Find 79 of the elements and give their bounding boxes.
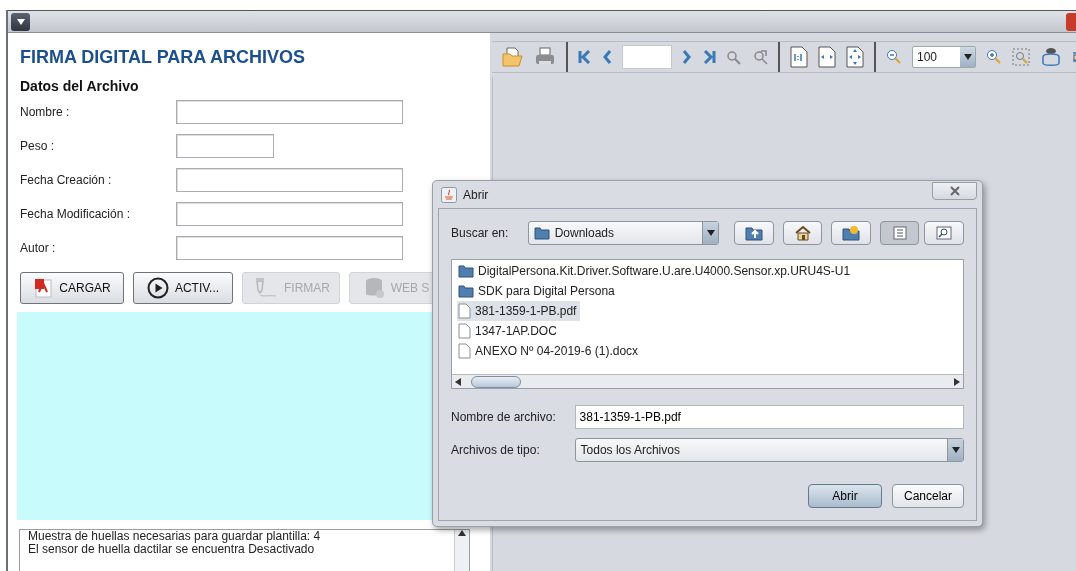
scroll-left-icon[interactable]: [455, 377, 461, 386]
last-page-icon[interactable]: [702, 50, 716, 64]
action-button[interactable]: ACTIV...: [133, 272, 233, 304]
file-item[interactable]: 1347-1AP.DOC: [457, 321, 561, 341]
section-heading: Datos del Archivo: [20, 78, 140, 94]
previous-page-icon[interactable]: [602, 50, 612, 64]
actual-size-icon[interactable]: [790, 46, 808, 68]
app-title: FIRMA DIGITAL PARA ARCHIVOS: [20, 47, 306, 68]
first-page-icon[interactable]: [578, 50, 592, 64]
log-line: El sensor de huella dactilar se encuentra Desactivado: [28, 543, 316, 556]
file-icon: [458, 303, 471, 319]
scrollbar[interactable]: [454, 530, 469, 571]
file-item[interactable]: ANEXO Nº 04-2019-6 (1).docx: [457, 341, 643, 361]
toolbar-button[interactable]: [734, 221, 774, 245]
search-forward-icon[interactable]: [752, 49, 768, 65]
details-view-icon: [936, 226, 953, 240]
field-label: Nombre :: [19, 105, 71, 119]
page-field[interactable]: [622, 45, 672, 69]
folder-up-icon: [745, 225, 764, 241]
folder-combo[interactable]: Downloads: [527, 221, 720, 245]
toolbar-button[interactable]: [924, 221, 964, 245]
field-label: Nombre de archivo:: [451, 410, 557, 424]
file-item[interactable]: 381-1359-1-PB.pdf: [457, 301, 581, 321]
ink-bottle-icon[interactable]: [1040, 47, 1062, 67]
zoom-out-icon[interactable]: [886, 49, 902, 65]
input-field[interactable]: [176, 168, 403, 192]
close-button[interactable]: [1066, 12, 1076, 31]
input-field[interactable]: [176, 100, 403, 124]
fit-page-icon[interactable]: [846, 46, 864, 68]
dropdown-arrow-icon: [16, 18, 25, 25]
pdf-icon: [33, 277, 54, 299]
close-icon: [948, 185, 961, 196]
field-label: Peso :: [19, 139, 56, 153]
scroll-right-icon[interactable]: [954, 377, 960, 386]
dropdown-arrow-icon: [951, 447, 960, 453]
zoom-combo[interactable]: 100: [912, 46, 976, 68]
field-label: Fecha Creación :: [19, 173, 113, 187]
field-label: Autor :: [19, 241, 57, 255]
field-label: Buscar en:: [451, 226, 510, 240]
database-icon: [364, 277, 385, 299]
dropdown-arrow-icon: [963, 54, 972, 60]
scrollbar[interactable]: [452, 374, 963, 388]
input-field[interactable]: [176, 134, 274, 158]
file-item[interactable]: SDK para Digital Persona: [457, 281, 619, 301]
new-folder-icon: [842, 225, 861, 241]
folder-icon: [458, 264, 474, 278]
search-back-icon[interactable]: [726, 49, 742, 65]
folder-icon: [458, 284, 474, 298]
scroll-up-icon[interactable]: [458, 530, 466, 536]
action-button[interactable]: CARGAR: [20, 272, 124, 304]
folder-icon: [533, 226, 550, 240]
open-folder-icon[interactable]: [502, 46, 524, 68]
file-icon: [458, 323, 471, 339]
list-view-icon: [892, 226, 907, 240]
field-label: Fecha Modificación :: [19, 207, 132, 221]
file-type-combo[interactable]: Todos los Archivos: [574, 438, 964, 462]
dialog-title: Abrir: [463, 187, 489, 202]
file-item[interactable]: DigitalPersona.Kit.Driver.Software.U.are.U4000.Sensor.xp.URU4S-U1: [457, 261, 855, 281]
file-name-field[interactable]: 381-1359-1-PB.pdf: [574, 405, 964, 429]
log-line: Muestra de huellas necesarias para guardar plantilla: 4: [28, 530, 322, 543]
close-button[interactable]: [932, 181, 977, 200]
fit-width-icon[interactable]: [818, 46, 836, 68]
dialog-button[interactable]: Abrir: [808, 484, 882, 508]
menu-button[interactable]: [11, 12, 30, 31]
input-field[interactable]: [176, 202, 403, 226]
dropdown-arrow-icon: [706, 230, 715, 236]
toolbar-button[interactable]: [782, 221, 823, 245]
toolbar-button[interactable]: [831, 221, 871, 245]
field-label: Archivos de tipo:: [451, 443, 541, 457]
play-icon: [146, 277, 169, 299]
java-icon: [441, 186, 457, 203]
home-icon: [793, 225, 812, 241]
next-page-icon[interactable]: [682, 50, 692, 64]
file-icon: [458, 343, 471, 359]
zoom-in-icon[interactable]: [986, 49, 1002, 65]
scrollbar-thumb[interactable]: [471, 375, 521, 388]
input-field[interactable]: [176, 236, 403, 260]
dialog-button[interactable]: Cancelar: [892, 484, 964, 508]
zoom-selection-icon[interactable]: [1012, 48, 1030, 66]
